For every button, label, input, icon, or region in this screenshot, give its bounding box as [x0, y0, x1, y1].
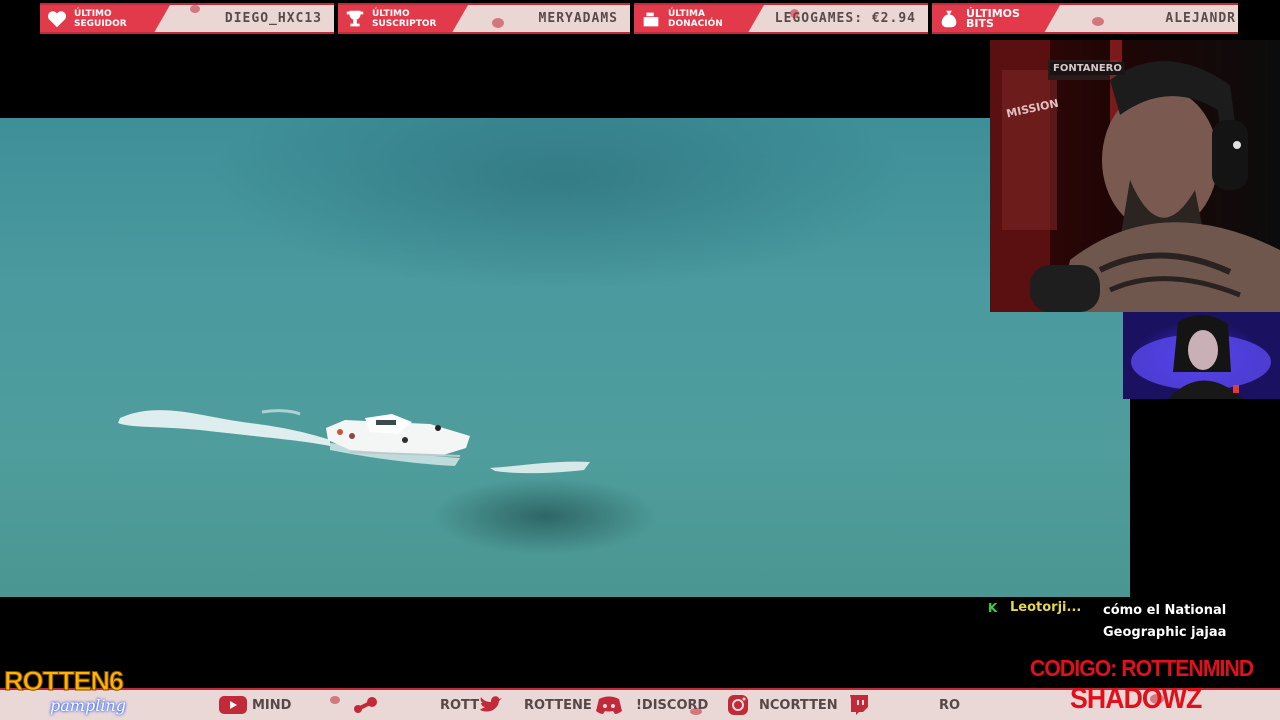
chat-text: cómo el National Geographic jajaa — [1103, 603, 1227, 640]
promo-name-line: SHADOWZ — [1070, 683, 1202, 715]
last-bits-panel: Últimos bits ALEJANDR — [932, 3, 1238, 34]
last-follower-panel: Último seguidor DIEGO_HXC13 — [40, 3, 334, 34]
steam-icon — [354, 697, 377, 713]
instagram-text: NCORTTEN — [759, 697, 838, 713]
chat-username: Leotorji... — [1010, 600, 1082, 615]
last-donation-panel: Última donación LEGOGAMES: €2.94 — [634, 3, 928, 34]
wall-sign: FONTANERO — [1050, 62, 1125, 75]
sponsor-logo: ROTTEN6 pampling — [3, 666, 166, 720]
blood-splatter — [690, 708, 702, 715]
cash-register-icon — [643, 12, 659, 26]
twitter-link[interactable]: ROTTENE — [476, 692, 592, 718]
ocean-boat-scene — [118, 409, 590, 474]
top-stats-bar: Último seguidor DIEGO_HXC13 Último suscr… — [40, 3, 1238, 34]
last-donation-label: Última donación — [668, 8, 723, 29]
streamer-figure — [990, 40, 1280, 312]
chat-message: K Leotorji... cómo el National Geographi… — [988, 600, 1280, 644]
money-bag-icon — [941, 10, 957, 27]
streamer-webcam: FONTANERO MISSION — [990, 40, 1280, 312]
promo-code-line: CODIGO: ROTTENMIND — [1030, 655, 1254, 681]
last-subscriber-panel: Último suscriptor MERYADAMS — [338, 3, 630, 34]
youtube-icon — [219, 696, 247, 714]
last-bits-label: Últimos bits — [966, 6, 1020, 30]
last-bits-value: ALEJANDR — [1165, 11, 1236, 26]
steam-link[interactable]: ROTT — [350, 692, 479, 718]
last-subscriber-label: Último suscriptor — [372, 8, 437, 29]
trophy-icon — [346, 10, 364, 26]
last-follower-tag: Último seguidor — [40, 5, 170, 32]
twitch-icon — [850, 695, 868, 715]
youtube-link[interactable]: MIND — [218, 692, 291, 718]
instagram-link[interactable]: NCORTTEN — [723, 692, 838, 718]
last-bits-tag: Últimos bits — [932, 5, 1060, 32]
twitter-text: ROTTENE — [524, 697, 592, 713]
logo-main-text: ROTTEN6 — [3, 666, 124, 697]
last-follower-label: Último seguidor — [74, 8, 127, 29]
last-follower-value: DIEGO_HXC13 — [224, 11, 322, 26]
blood-splatter — [330, 696, 340, 704]
instagram-icon — [728, 695, 748, 715]
blood-splatter — [492, 18, 504, 28]
blood-splatter — [1092, 17, 1104, 26]
twitch-link[interactable]: RO — [843, 692, 960, 718]
last-donation-tag: Última donación — [634, 5, 764, 32]
video-player[interactable] — [0, 118, 1130, 597]
last-donation-value: LEGOGAMES: €2.94 — [774, 11, 916, 26]
heart-icon — [47, 10, 67, 27]
blood-splatter — [190, 5, 200, 13]
twitter-icon — [480, 696, 502, 712]
chat-badge: K — [988, 601, 998, 615]
secondary-webcam — [1123, 312, 1280, 399]
discord-icon — [596, 696, 622, 714]
chat-overlay: K Leotorji... cómo el National Geographi… — [988, 600, 1280, 644]
blood-splatter — [790, 9, 799, 18]
guest-figure — [1131, 314, 1271, 399]
youtube-text: MIND — [252, 697, 292, 713]
last-subscriber-tag: Último suscriptor — [338, 5, 468, 32]
twitch-text: RO — [939, 697, 961, 713]
logo-sub-text: pampling — [50, 696, 126, 715]
steam-text: ROTT — [440, 697, 480, 713]
